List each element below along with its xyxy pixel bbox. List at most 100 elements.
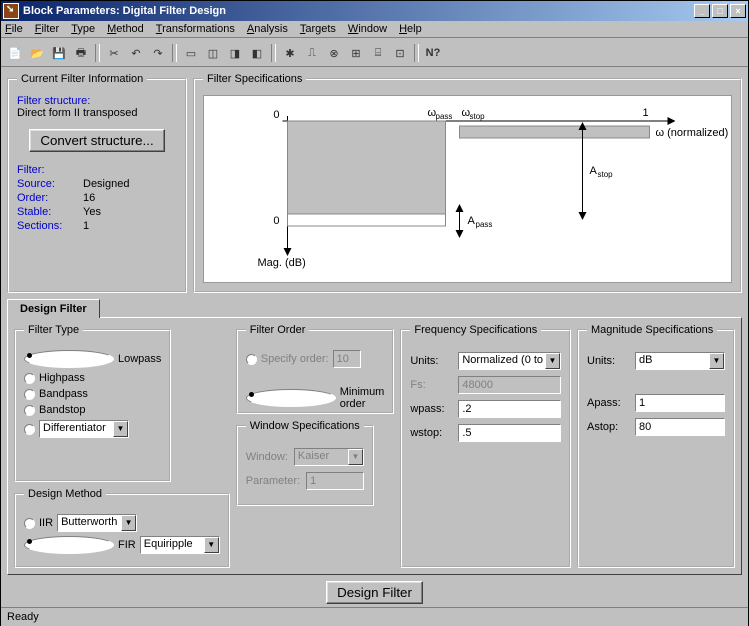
fir-select[interactable]: Equiripple▼ (140, 536, 220, 554)
separator-icon (172, 44, 177, 62)
radio-specify-order[interactable] (246, 354, 257, 365)
radio-highpass[interactable] (24, 373, 35, 384)
tab-design-filter[interactable]: Design Filter (7, 299, 100, 318)
pole-zero-icon[interactable]: ⊗ (324, 43, 344, 63)
radio-min-order[interactable] (246, 389, 336, 407)
svg-text:A: A (590, 165, 598, 177)
coeff-icon[interactable]: ⊞ (346, 43, 366, 63)
filter-order-panel: Filter Order Specify order: Minimum orde… (236, 324, 395, 414)
redo-icon[interactable]: ↷ (148, 43, 168, 63)
design-filter-button[interactable]: Design Filter (326, 581, 423, 604)
chevron-down-icon[interactable]: ▼ (121, 515, 136, 531)
info-icon[interactable]: ⌸ (368, 43, 388, 63)
info-key: Stable: (17, 206, 77, 218)
svg-text:1: 1 (643, 107, 649, 119)
minimize-button[interactable]: _ (694, 4, 710, 18)
open-icon[interactable]: 📂 (27, 43, 47, 63)
wstop-label: wstop: (410, 427, 452, 439)
status-bar: Ready (1, 607, 748, 626)
astop-input[interactable] (635, 418, 725, 436)
rect-icon[interactable]: ▭ (181, 43, 201, 63)
help-icon[interactable]: N? (423, 43, 443, 63)
current-filter-info-panel: Current Filter Information Filter struct… (7, 73, 187, 293)
menu-type[interactable]: Type (71, 23, 95, 35)
info-key: Order: (17, 192, 77, 204)
new-icon[interactable]: 📄 (5, 43, 25, 63)
fs-input (458, 376, 561, 394)
panel-legend: Filter Type (24, 324, 83, 336)
filter-type-select[interactable]: Differentiator▼ (39, 420, 129, 438)
menu-transformations[interactable]: Transformations (156, 23, 235, 35)
info-val: Designed (83, 178, 129, 190)
wpass-input[interactable] (458, 400, 561, 418)
info-val: Yes (83, 206, 101, 218)
panel-legend: Design Method (24, 488, 106, 500)
radio-fir[interactable] (24, 536, 114, 554)
zoom-icon[interactable]: ⊡ (390, 43, 410, 63)
mag-units-select[interactable]: dB▼ (635, 352, 725, 370)
info-val: 1 (83, 220, 89, 232)
phase-response-icon[interactable]: ◨ (225, 43, 245, 63)
menu-file[interactable]: File (5, 23, 23, 35)
svg-text:0: 0 (273, 109, 279, 121)
radio-other[interactable] (24, 424, 35, 435)
radio-lowpass[interactable] (24, 350, 114, 368)
window-title: Block Parameters: Digital Filter Design (23, 5, 694, 17)
design-method-panel: Design Method IIR Butterworth▼ FIR Equir… (14, 488, 230, 568)
convert-structure-button[interactable]: Convert structure... (29, 129, 164, 152)
svg-text:Mag. (dB): Mag. (dB) (258, 257, 306, 269)
separator-icon (95, 44, 100, 62)
menu-targets[interactable]: Targets (300, 23, 336, 35)
wstop-input[interactable] (458, 424, 561, 442)
chevron-down-icon[interactable]: ▼ (204, 537, 219, 553)
chevron-down-icon[interactable]: ▼ (545, 353, 560, 369)
undo-icon[interactable]: ↶ (126, 43, 146, 63)
step-icon[interactable]: ⎍ (302, 43, 322, 63)
menu-filter[interactable]: Filter (35, 23, 59, 35)
order-input[interactable] (333, 350, 361, 368)
radio-label: Specify order: (261, 353, 329, 365)
menu-window[interactable]: Window (348, 23, 387, 35)
separator-icon (414, 44, 419, 62)
menu-analysis[interactable]: Analysis (247, 23, 288, 35)
impulse-icon[interactable]: ✱ (280, 43, 300, 63)
radio-iir[interactable] (24, 518, 35, 529)
mag-response-icon[interactable]: ◫ (203, 43, 223, 63)
radio-bandstop[interactable] (24, 405, 35, 416)
astop-label: Astop: (587, 421, 629, 433)
filter-structure-value: Direct form II transposed (17, 107, 177, 119)
panel-legend: Frequency Specifications (410, 324, 541, 336)
svg-text:stop: stop (598, 170, 614, 179)
apass-input[interactable] (635, 394, 725, 412)
app-icon (3, 3, 19, 19)
chevron-down-icon[interactable]: ▼ (709, 353, 724, 369)
svg-text:pass: pass (476, 220, 493, 229)
panel-legend: Filter Specifications (203, 73, 306, 85)
radio-bandpass[interactable] (24, 389, 35, 400)
units-label: Units: (410, 355, 452, 367)
window-select: Kaiser▼ (294, 448, 364, 466)
panel-legend: Filter Order (246, 324, 310, 336)
maximize-button[interactable]: □ (712, 4, 728, 18)
cut-icon[interactable]: ✂ (104, 43, 124, 63)
apass-label: Apass: (587, 397, 629, 409)
menu-help[interactable]: Help (399, 23, 422, 35)
units-label: Units: (587, 355, 629, 367)
group-delay-icon[interactable]: ◧ (247, 43, 267, 63)
info-val: 16 (83, 192, 95, 204)
menu-method[interactable]: Method (107, 23, 144, 35)
close-button[interactable]: × (730, 4, 746, 18)
radio-label: Lowpass (118, 353, 161, 365)
magnitude-spec-panel: Magnitude Specifications Units: dB▼ Apas… (577, 324, 735, 568)
window-label: Window: (246, 451, 288, 463)
window-spec-panel: Window Specifications Window: Kaiser▼ Pa… (236, 420, 374, 506)
radio-label: Minimum order (340, 386, 385, 410)
iir-select[interactable]: Butterworth▼ (57, 514, 137, 532)
save-icon[interactable]: 💾 (49, 43, 69, 63)
fs-label: Fs: (410, 379, 452, 391)
radio-label: Highpass (39, 372, 85, 384)
chevron-down-icon[interactable]: ▼ (113, 421, 128, 437)
freq-units-select[interactable]: Normalized (0 to 1)▼ (458, 352, 561, 370)
frequency-spec-panel: Frequency Specifications Units: Normaliz… (400, 324, 571, 568)
print-icon[interactable]: 🖶 (71, 43, 91, 63)
